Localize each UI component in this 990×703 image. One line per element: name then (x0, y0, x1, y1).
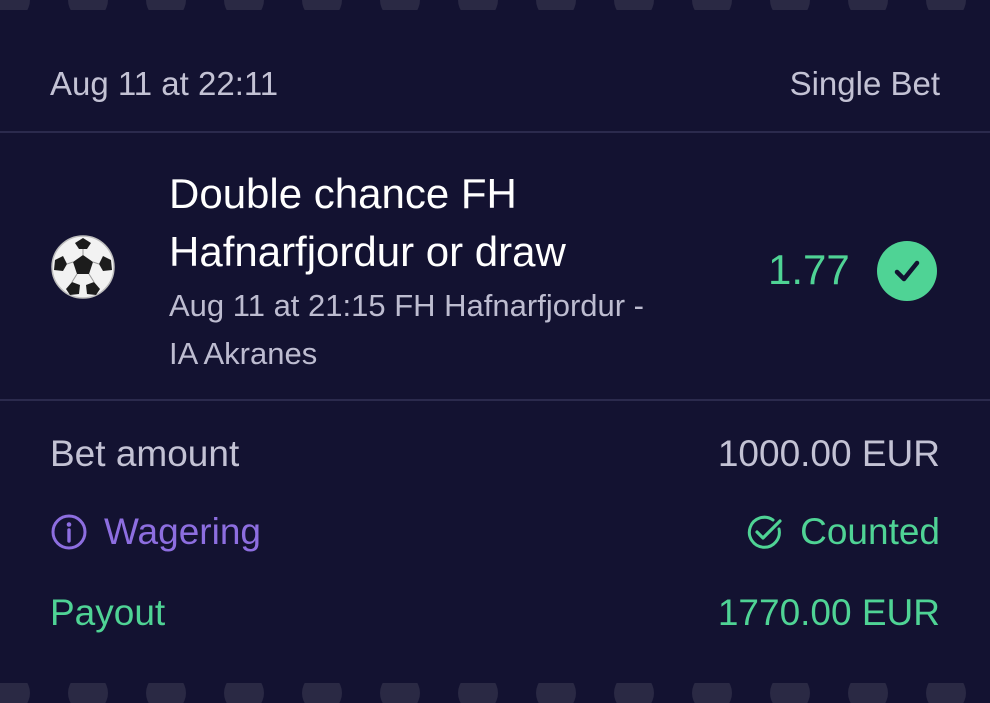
market-name-line-1: Double chance FH (169, 170, 517, 217)
wagering-label: Wagering (104, 511, 261, 552)
check-circle-outline-icon (747, 515, 782, 549)
event-info: Aug 11 at 21:15 FH Hafnarfjordur - IA Ak… (169, 282, 729, 378)
selection-odds: 1.77 (768, 246, 850, 293)
event-info-line-1: Aug 11 at 21:15 FH Hafnarfjordur - (169, 288, 645, 323)
wagering-info[interactable]: Wagering (50, 511, 261, 553)
bet-placed-time: Aug 11 at 22:11 (50, 65, 279, 102)
soccer-ball-icon (51, 235, 115, 299)
bet-amount-value: 1000.00 EUR (717, 433, 940, 474)
payout-label: Payout (50, 592, 166, 633)
bet-type-label: Single Bet (789, 65, 940, 102)
wagering-row: Wagering Counted (50, 508, 940, 556)
ticket-perforation-top (0, 0, 966, 10)
info-icon[interactable] (50, 513, 88, 551)
wagering-status: Counted (746, 511, 940, 553)
bet-amount-label: Bet amount (50, 433, 240, 474)
ticket-perforation-bottom (0, 683, 966, 703)
ticket-header: Aug 11 at 22:11 Single Bet (50, 62, 940, 106)
bet-amount-row: Bet amount 1000.00 EUR (50, 430, 940, 478)
selection-divider (0, 399, 990, 401)
bet-ticket: Aug 11 at 22:11 Single Bet Double chance… (0, 0, 990, 703)
market-name-line-2: Hafnarfjordur or draw (169, 228, 566, 275)
payout-value: 1770.00 EUR (717, 592, 940, 633)
payout-row: Payout 1770.00 EUR (50, 589, 940, 637)
market-name: Double chance FH Hafnarfjordur or draw (169, 165, 729, 281)
wagering-value: Counted (800, 511, 940, 552)
event-info-line-2: IA Akranes (169, 336, 318, 371)
check-circle-icon (877, 241, 937, 301)
